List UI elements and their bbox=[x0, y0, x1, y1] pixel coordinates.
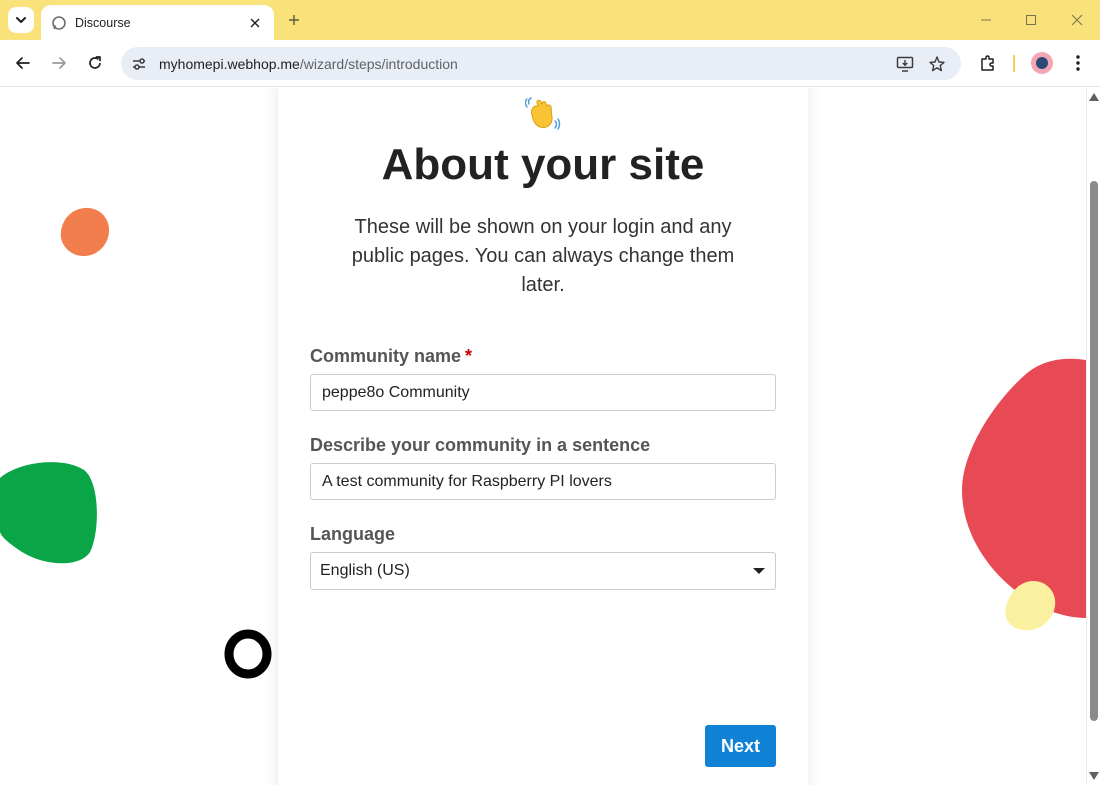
browser-title-bar: Discourse bbox=[0, 0, 1100, 40]
extensions-puzzle-icon[interactable] bbox=[977, 52, 999, 74]
scrollbar-thumb[interactable] bbox=[1090, 181, 1098, 721]
profile-avatar[interactable] bbox=[1031, 52, 1053, 74]
community-name-label: Community name * bbox=[310, 346, 472, 367]
wizard-description: These will be shown on your login and an… bbox=[351, 216, 735, 296]
forward-arrow-icon[interactable] bbox=[48, 52, 70, 74]
yellow-blob-decoration bbox=[1005, 580, 1056, 631]
install-app-icon[interactable] bbox=[895, 54, 915, 74]
back-arrow-icon[interactable] bbox=[12, 52, 34, 74]
community-description-input[interactable] bbox=[310, 463, 776, 500]
language-label: Language bbox=[310, 524, 396, 544]
orange-blob-decoration bbox=[60, 207, 110, 257]
page-viewport: About your site These will be shown on y… bbox=[0, 88, 1086, 785]
new-tab-plus-icon[interactable] bbox=[284, 10, 304, 30]
language-select[interactable]: English (US) bbox=[310, 552, 776, 590]
close-window-icon[interactable] bbox=[1067, 10, 1087, 30]
black-ring-decoration bbox=[224, 629, 272, 679]
tab-search-button[interactable] bbox=[8, 7, 34, 33]
page-scrollbar[interactable] bbox=[1086, 88, 1100, 785]
discourse-icon bbox=[51, 15, 67, 31]
wizard-card: About your site These will be shown on y… bbox=[278, 88, 808, 785]
site-info-tune-icon[interactable] bbox=[129, 54, 149, 74]
browser-tab[interactable]: Discourse bbox=[41, 5, 274, 40]
community-name-input[interactable] bbox=[310, 374, 776, 411]
maximize-icon[interactable] bbox=[1021, 10, 1041, 30]
url-path: /wizard/steps/introduction bbox=[299, 56, 458, 72]
url-text[interactable]: myhomepi.webhop.me/wizard/steps/introduc… bbox=[159, 56, 458, 72]
language-selected-value: English (US) bbox=[320, 562, 410, 579]
address-bar[interactable]: myhomepi.webhop.me/wizard/steps/introduc… bbox=[121, 47, 961, 80]
chevron-down-icon bbox=[16, 17, 26, 23]
scroll-down-arrow-icon[interactable] bbox=[1089, 771, 1099, 781]
wizard-title: About your site bbox=[381, 140, 705, 189]
next-button[interactable]: Next bbox=[705, 725, 776, 767]
tab-title: Discourse bbox=[75, 15, 131, 30]
required-asterisk: * bbox=[465, 346, 473, 366]
browser-toolbar: myhomepi.webhop.me/wizard/steps/introduc… bbox=[0, 40, 1100, 87]
more-menu-icon[interactable] bbox=[1067, 52, 1089, 74]
waving-hand-icon bbox=[525, 97, 561, 130]
minimize-icon[interactable] bbox=[976, 10, 996, 30]
close-tab-icon[interactable] bbox=[246, 14, 264, 32]
community-description-label: Describe your community in a sentence bbox=[310, 435, 651, 455]
community-name-label-text: Community name bbox=[310, 346, 462, 366]
caret-down-icon bbox=[752, 564, 766, 578]
reload-icon[interactable] bbox=[84, 52, 106, 74]
scroll-up-arrow-icon[interactable] bbox=[1089, 92, 1099, 102]
toolbar-separator bbox=[1013, 55, 1015, 72]
bookmark-star-icon[interactable] bbox=[927, 54, 947, 74]
url-host: myhomepi.webhop.me bbox=[159, 56, 300, 72]
green-blob-decoration bbox=[0, 462, 97, 564]
